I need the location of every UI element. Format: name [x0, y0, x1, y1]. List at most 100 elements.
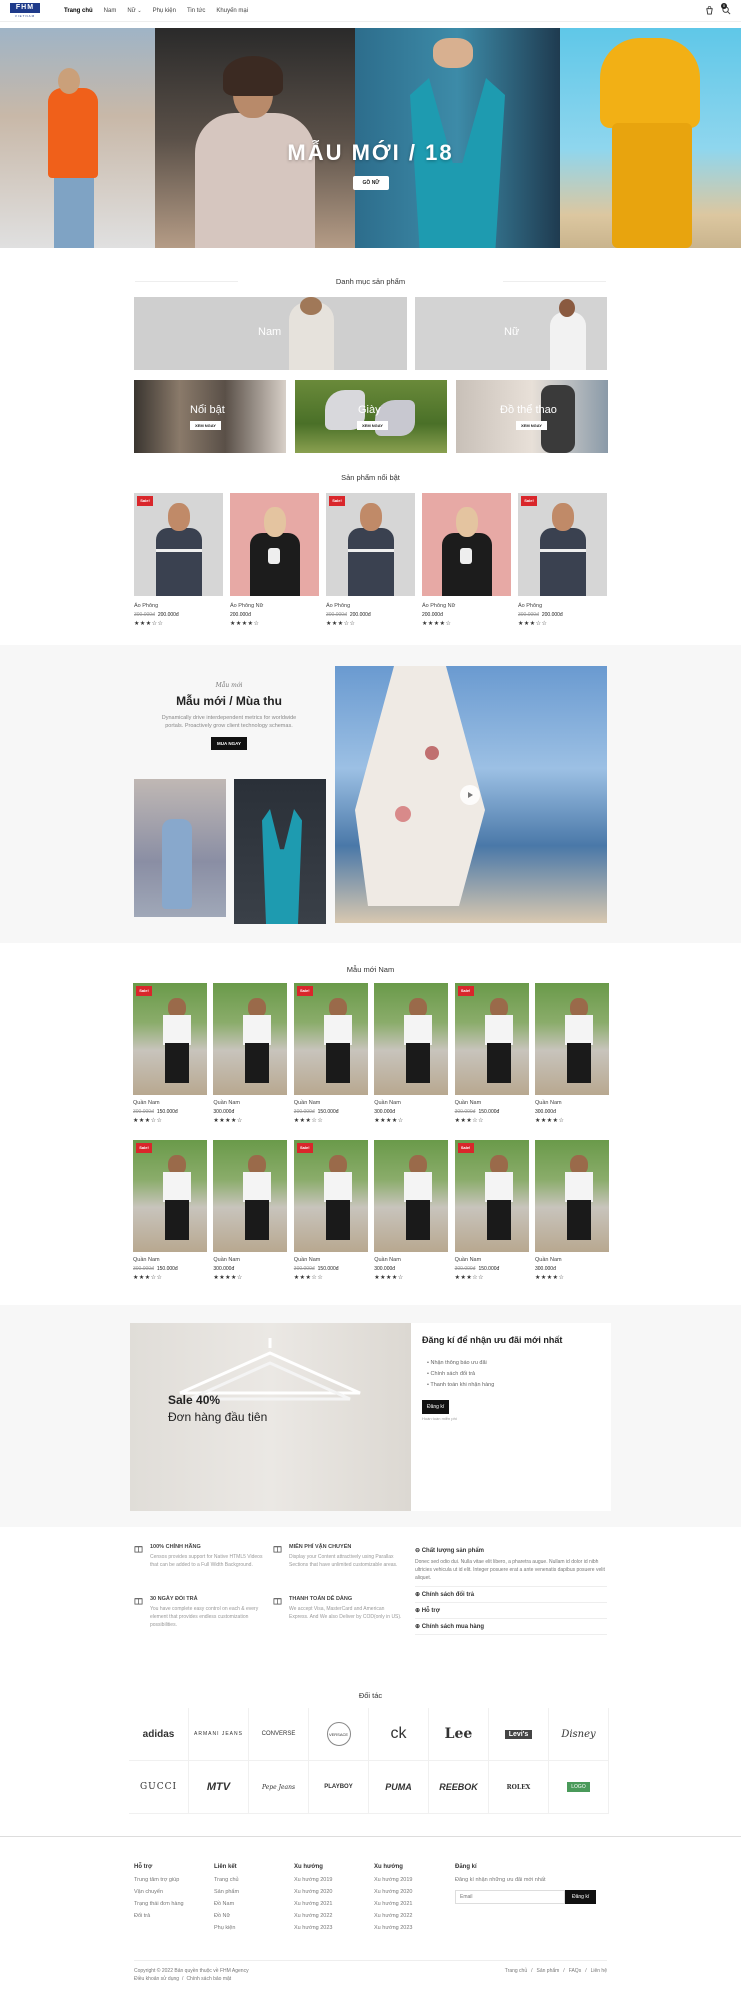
- category-featured[interactable]: Nổi bật XEM NGAY: [134, 380, 286, 453]
- product-card[interactable]: Quần Nam 300.000đ ★★★★☆: [213, 983, 288, 1124]
- product-card[interactable]: Sale! Quần Nam 300.000đ 150.000đ ★★★☆☆: [133, 1140, 207, 1281]
- product-image[interactable]: Sale!: [133, 983, 207, 1095]
- legal-link[interactable]: Điều khoản sử dụng: [134, 1976, 179, 1982]
- accordion-item[interactable]: ⊕ Hỗ trợ: [415, 1603, 607, 1619]
- product-name[interactable]: Quần Nam: [213, 1100, 287, 1106]
- category-women[interactable]: Nữ: [415, 297, 607, 370]
- product-image[interactable]: [230, 493, 319, 596]
- partner-logo[interactable]: CONVERSE: [249, 1708, 309, 1761]
- cart-icon[interactable]: [705, 6, 714, 17]
- accordion-item[interactable]: ⊕ Chính sách mua hàng: [415, 1619, 607, 1635]
- footer-nav-link[interactable]: Sản phẩm: [537, 1968, 560, 1974]
- partner-logo[interactable]: ROLEX: [489, 1761, 549, 1814]
- product-image[interactable]: [374, 1140, 449, 1252]
- nav-item-women[interactable]: Nữ ⌄: [127, 8, 141, 14]
- footer-link[interactable]: Đồ Nam: [214, 1898, 289, 1910]
- accordion-title[interactable]: ⊖ Chất lượng sản phẩm: [415, 1547, 607, 1554]
- product-name[interactable]: Quần Nam: [374, 1100, 448, 1106]
- product-name[interactable]: Áo Phông: [134, 603, 223, 609]
- newsletter-signup-button[interactable]: Đăng kí: [422, 1400, 450, 1414]
- hero-slider[interactable]: MẪU MỚI / 18 GỒ NỮ: [0, 28, 741, 248]
- category-view-button[interactable]: XEM NGAY: [357, 421, 388, 430]
- category-view-button[interactable]: XEM NGAY: [190, 421, 221, 430]
- footer-link[interactable]: Sản phẩm: [214, 1886, 289, 1898]
- footer-nav-link[interactable]: Liên hệ: [591, 1968, 607, 1974]
- email-field[interactable]: [455, 1890, 565, 1904]
- product-name[interactable]: Quần Nam: [535, 1100, 609, 1106]
- footer-link[interactable]: Xu hướng 2019: [294, 1874, 369, 1886]
- product-card[interactable]: Quần Nam 300.000đ ★★★★☆: [374, 983, 449, 1124]
- nav-item-news[interactable]: Tin tức: [187, 8, 205, 14]
- partner-logo[interactable]: MTV: [189, 1761, 249, 1814]
- footer-link[interactable]: Xu hướng 2021: [294, 1898, 369, 1910]
- accordion-title[interactable]: ⊕ Chính sách đổi trả: [415, 1591, 607, 1598]
- accordion-title[interactable]: ⊕ Chính sách mua hàng: [415, 1623, 607, 1630]
- product-image[interactable]: Sale!: [454, 1140, 529, 1252]
- product-image[interactable]: Sale!: [293, 1140, 368, 1252]
- product-image[interactable]: [535, 983, 609, 1095]
- product-image[interactable]: Sale!: [134, 493, 223, 596]
- hero-cta-button[interactable]: GỒ NỮ: [353, 176, 389, 190]
- product-image[interactable]: Sale!: [293, 983, 368, 1095]
- product-name[interactable]: Áo Phông Nữ: [230, 603, 319, 609]
- footer-link[interactable]: Xu hướng 2023: [294, 1922, 369, 1934]
- product-name[interactable]: Quần Nam: [374, 1257, 448, 1263]
- shop-now-button[interactable]: MUA NGAY: [211, 737, 247, 750]
- product-name[interactable]: Quần Nam: [535, 1257, 609, 1263]
- product-card[interactable]: Sale! Quần Nam 300.000đ 150.000đ ★★★☆☆: [293, 1140, 368, 1281]
- footer-link[interactable]: Phụ kiện: [214, 1922, 289, 1934]
- product-image[interactable]: Sale!: [326, 493, 415, 596]
- product-image[interactable]: [374, 983, 449, 1095]
- partner-logo[interactable]: LOGO: [549, 1761, 609, 1814]
- partner-logo[interactable]: Disney: [549, 1708, 609, 1761]
- footer-link[interactable]: Trạng thái đơn hàng: [134, 1898, 209, 1910]
- partner-logo[interactable]: PLAYBOY: [309, 1761, 369, 1814]
- promo-banner[interactable]: Sale 40% Đơn hàng đầu tiên: [130, 1323, 411, 1511]
- footer-link[interactable]: Trung tâm trợ giúp: [134, 1874, 209, 1886]
- partner-logo[interactable]: VERSACE: [309, 1708, 369, 1761]
- product-card[interactable]: Sale! Quần Nam 300.000đ 150.000đ ★★★☆☆: [454, 1140, 529, 1281]
- footer-link[interactable]: Vận chuyển: [134, 1886, 209, 1898]
- partner-logo[interactable]: Lee: [429, 1708, 489, 1761]
- footer-link[interactable]: Xu hướng 2019: [374, 1874, 449, 1886]
- product-image[interactable]: [213, 983, 288, 1095]
- product-card[interactable]: Quần Nam 300.000đ ★★★★☆: [535, 1140, 609, 1281]
- footer-link[interactable]: Xu hướng 2020: [294, 1886, 369, 1898]
- nav-item-accessories[interactable]: Phụ kiện: [153, 8, 176, 14]
- footer-nav-link[interactable]: FAQs: [569, 1968, 582, 1974]
- collection-video[interactable]: [335, 666, 607, 923]
- legal-link[interactable]: Chính sách bảo mật: [186, 1976, 231, 1982]
- product-name[interactable]: Quần Nam: [455, 1100, 529, 1106]
- partner-logo[interactable]: GUCCI: [129, 1761, 189, 1814]
- product-card[interactable]: Sale! Quần Nam 300.000đ 150.000đ ★★★☆☆: [133, 983, 207, 1124]
- category-sportswear[interactable]: Đồ thể thao XEM NGAY: [456, 380, 608, 453]
- product-card[interactable]: Quần Nam 300.000đ ★★★★☆: [535, 983, 609, 1124]
- product-image[interactable]: Sale!: [454, 983, 529, 1095]
- product-card[interactable]: Sale! Quần Nam 300.000đ 150.000đ ★★★☆☆: [293, 983, 368, 1124]
- play-icon[interactable]: [460, 785, 480, 805]
- product-card[interactable]: Sale! Áo Phông 300.000đ 200.000đ ★★★☆☆: [518, 493, 607, 627]
- partner-logo[interactable]: Pepe Jeans: [249, 1761, 309, 1814]
- footer-link[interactable]: Đồ Nữ: [214, 1910, 289, 1922]
- partner-logo[interactable]: Levi's: [489, 1708, 549, 1761]
- footer-link[interactable]: Xu hướng 2022: [374, 1910, 449, 1922]
- footer-link[interactable]: Xu hướng 2023: [374, 1922, 449, 1934]
- partner-logo[interactable]: adidas: [129, 1708, 189, 1761]
- product-image[interactable]: [213, 1140, 288, 1252]
- category-men[interactable]: Nam: [134, 297, 407, 370]
- product-card[interactable]: Sale! Áo Phông 300.000đ 200.000đ ★★★☆☆: [326, 493, 415, 627]
- footer-link[interactable]: Xu hướng 2020: [374, 1886, 449, 1898]
- accordion-item[interactable]: ⊖ Chất lượng sản phẩm Donec sed odio dui.…: [415, 1543, 607, 1587]
- footer-link[interactable]: Xu hướng 2022: [294, 1910, 369, 1922]
- nav-item-men[interactable]: Nam: [104, 8, 117, 14]
- product-card[interactable]: Quần Nam 300.000đ ★★★★☆: [213, 1140, 288, 1281]
- product-name[interactable]: Quần Nam: [213, 1257, 287, 1263]
- partner-logo[interactable]: REEBOK: [429, 1761, 489, 1814]
- nav-item-promotions[interactable]: Khuyến mại: [216, 8, 248, 14]
- product-card[interactable]: Sale! Quần Nam 300.000đ 150.000đ ★★★☆☆: [454, 983, 529, 1124]
- footer-nav-link[interactable]: Trang chủ: [505, 1968, 527, 1974]
- product-image[interactable]: [422, 493, 511, 596]
- product-card[interactable]: Sale! Áo Phông 300.000đ 200.000đ ★★★☆☆: [134, 493, 223, 627]
- subscribe-button[interactable]: Đăng kí: [565, 1890, 597, 1904]
- partner-logo[interactable]: ck: [369, 1708, 429, 1761]
